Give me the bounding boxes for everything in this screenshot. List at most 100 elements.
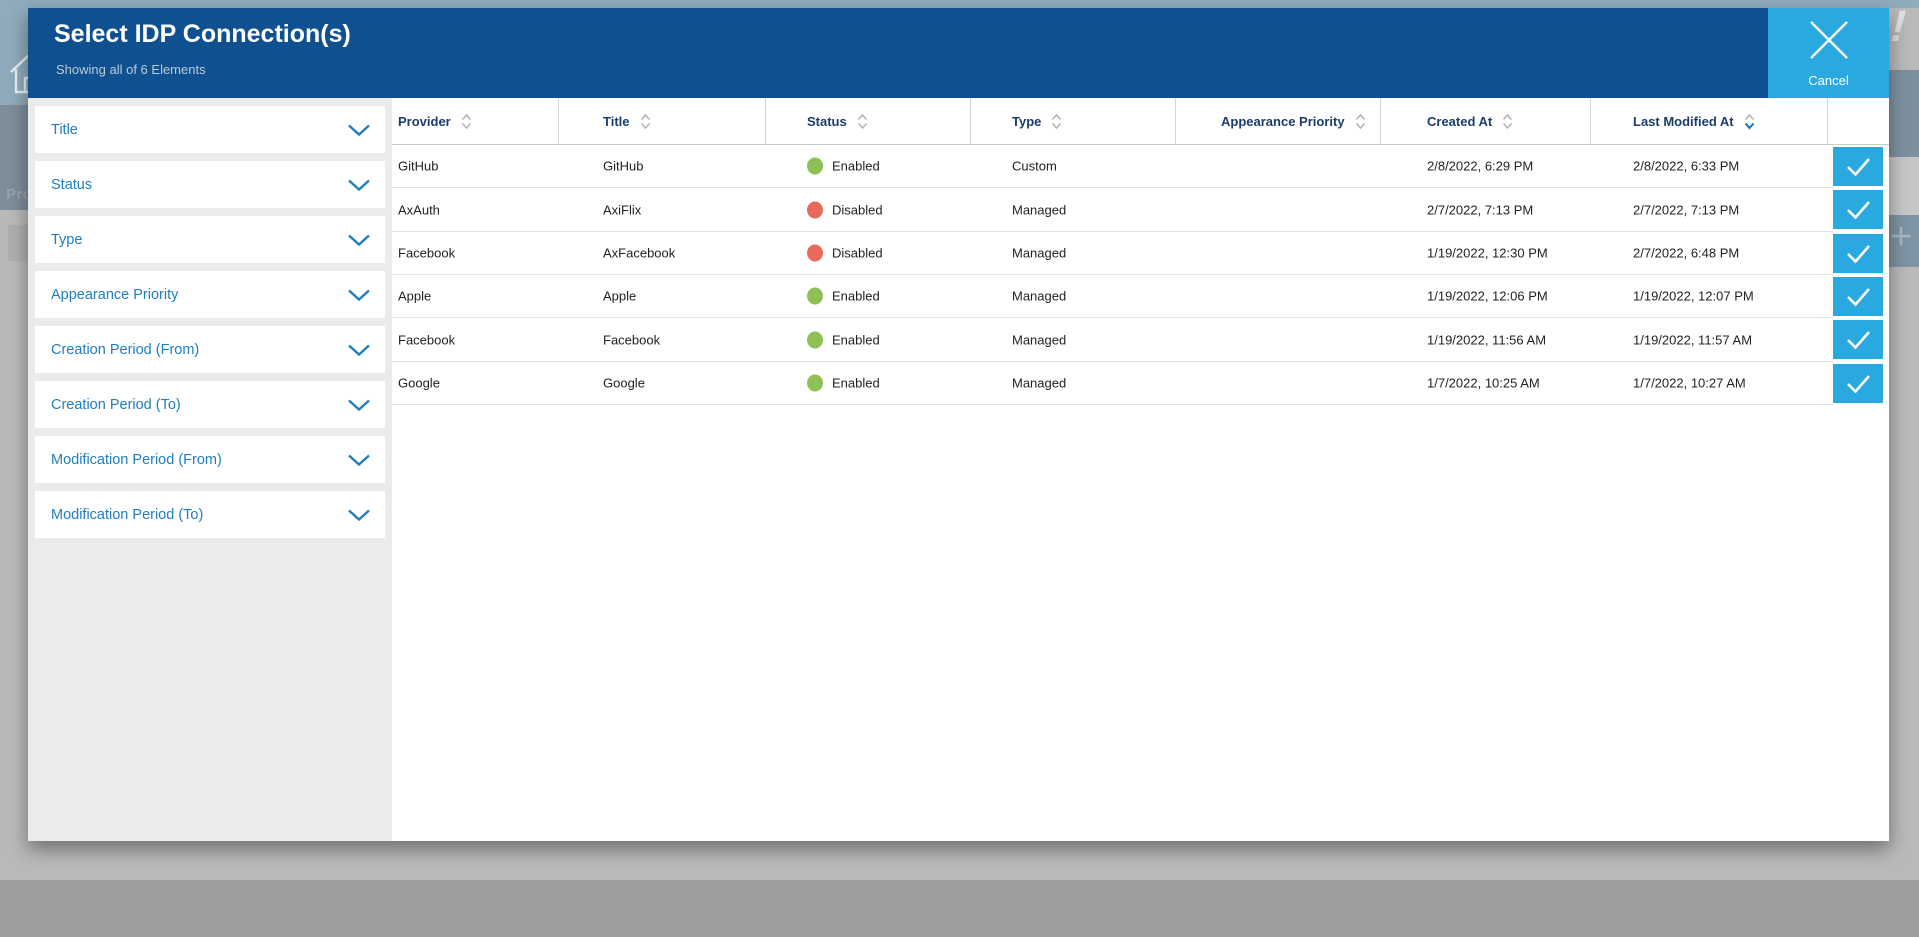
column-label: Status	[807, 114, 847, 129]
row-select-checkbox[interactable]	[1833, 320, 1883, 359]
filter-modification-period-from[interactable]: Modification Period (From)	[35, 436, 385, 483]
column-label: Appearance Priority	[1221, 114, 1345, 129]
sort-icon	[1051, 113, 1062, 130]
cell-created-at: 2/8/2022, 6:29 PM	[1427, 159, 1533, 174]
chevron-down-icon	[347, 123, 371, 136]
error-exclamation-icon: !	[1889, 2, 1907, 52]
status-dot	[807, 201, 823, 218]
status-label: Enabled	[832, 332, 880, 347]
chevron-down-icon	[347, 508, 371, 521]
cell-provider: Apple	[398, 289, 431, 304]
cell-last-modified-at: 1/19/2022, 11:57 AM	[1633, 332, 1752, 347]
table-row: Facebook Facebook Enabled Managed 1/19/2…	[392, 318, 1833, 362]
filter-label: Creation Period (From)	[51, 342, 199, 358]
check-icon	[1845, 243, 1872, 264]
status-dot	[807, 375, 823, 392]
cell-title: AxFacebook	[603, 246, 675, 261]
column-header-status[interactable]: Status	[807, 98, 868, 145]
cell-type: Managed	[1012, 289, 1066, 304]
cell-status: Enabled	[807, 288, 880, 305]
cell-last-modified-at: 1/19/2022, 12:07 PM	[1633, 289, 1754, 304]
filter-label: Title	[51, 122, 78, 138]
status-dot	[807, 331, 823, 348]
sort-icon	[461, 113, 472, 130]
filter-appearance-priority[interactable]: Appearance Priority	[35, 271, 385, 318]
cell-created-at: 1/7/2022, 10:25 AM	[1427, 376, 1540, 391]
cell-type: Managed	[1012, 376, 1066, 391]
cell-last-modified-at: 1/7/2022, 10:27 AM	[1633, 376, 1746, 391]
filter-status[interactable]: Status	[35, 161, 385, 208]
column-header-last-modified-at[interactable]: Last Modified At	[1633, 98, 1755, 145]
background-panel-fragment	[1889, 70, 1919, 157]
filter-creation-period-from[interactable]: Creation Period (From)	[35, 326, 385, 373]
chevron-down-icon	[347, 398, 371, 411]
column-label: Last Modified At	[1633, 114, 1734, 129]
chevron-down-icon	[347, 288, 371, 301]
chevron-down-icon	[347, 178, 371, 191]
row-select-checkbox[interactable]	[1833, 234, 1883, 273]
sort-desc-icon	[1744, 113, 1755, 130]
cell-provider: GitHub	[398, 159, 438, 174]
check-icon	[1845, 286, 1872, 307]
column-label: Title	[603, 114, 630, 129]
close-icon	[1807, 18, 1851, 62]
cell-created-at: 1/19/2022, 12:06 PM	[1427, 289, 1548, 304]
cell-title: Apple	[603, 289, 636, 304]
dialog-title: Select IDP Connection(s)	[54, 20, 351, 49]
cell-type: Managed	[1012, 202, 1066, 217]
cell-status: Disabled	[807, 245, 883, 262]
cell-type: Custom	[1012, 159, 1057, 174]
cell-provider: Facebook	[398, 246, 455, 261]
filter-label: Status	[51, 177, 92, 193]
filter-label: Appearance Priority	[51, 287, 178, 303]
table-row: Apple Apple Enabled Managed 1/19/2022, 1…	[392, 275, 1833, 318]
filter-title[interactable]: Title	[35, 106, 385, 153]
cell-title: Google	[603, 376, 645, 391]
filter-creation-period-to[interactable]: Creation Period (To)	[35, 381, 385, 428]
cell-title: AxiFlix	[603, 202, 641, 217]
check-icon	[1845, 373, 1872, 394]
column-header-provider[interactable]: Provider	[398, 98, 472, 145]
cell-status: Enabled	[807, 331, 880, 348]
column-header-appearance-priority[interactable]: Appearance Priority	[1221, 98, 1366, 145]
sort-icon	[857, 113, 868, 130]
column-header-type[interactable]: Type	[1012, 98, 1062, 145]
row-select-checkbox[interactable]	[1833, 277, 1883, 316]
cell-status: Enabled	[807, 158, 880, 175]
column-divider	[765, 98, 766, 144]
status-label: Disabled	[832, 202, 883, 217]
column-divider	[1590, 98, 1591, 144]
filters-sidebar: Title Status Type Appearance Priority Cr…	[28, 98, 392, 841]
filter-label: Type	[51, 232, 82, 248]
row-select-checkbox[interactable]	[1833, 147, 1883, 186]
sort-icon	[1355, 113, 1366, 130]
cell-created-at: 2/7/2022, 7:13 PM	[1427, 202, 1533, 217]
filter-type[interactable]: Type	[35, 216, 385, 263]
cell-provider: Google	[398, 376, 440, 391]
column-divider	[558, 98, 559, 144]
row-select-checkbox[interactable]	[1833, 190, 1883, 229]
status-dot	[807, 245, 823, 262]
status-label: Enabled	[832, 376, 880, 391]
column-header-title[interactable]: Title	[603, 98, 651, 145]
cell-provider: Facebook	[398, 332, 455, 347]
check-icon	[1845, 199, 1872, 220]
cell-provider: AxAuth	[398, 202, 440, 217]
status-label: Enabled	[832, 159, 880, 174]
cell-title: Facebook	[603, 332, 660, 347]
background-top-bar	[0, 0, 1919, 8]
check-icon	[1845, 329, 1872, 350]
cell-last-modified-at: 2/7/2022, 7:13 PM	[1633, 202, 1739, 217]
chevron-down-icon	[347, 453, 371, 466]
status-label: Enabled	[832, 289, 880, 304]
cancel-button[interactable]: Cancel	[1768, 8, 1889, 98]
sort-icon	[1502, 113, 1513, 130]
column-divider	[1380, 98, 1381, 144]
cell-created-at: 1/19/2022, 12:30 PM	[1427, 246, 1548, 261]
table-row: Facebook AxFacebook Disabled Managed 1/1…	[392, 232, 1833, 275]
row-select-checkbox[interactable]	[1833, 364, 1883, 403]
cell-created-at: 1/19/2022, 11:56 AM	[1427, 332, 1546, 347]
sort-icon	[640, 113, 651, 130]
filter-modification-period-to[interactable]: Modification Period (To)	[35, 491, 385, 538]
column-header-created-at[interactable]: Created At	[1427, 98, 1513, 145]
